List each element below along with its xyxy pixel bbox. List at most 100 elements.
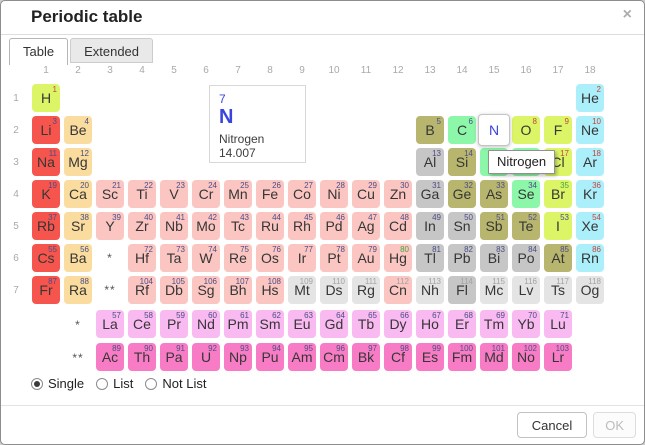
element-cell-Fe[interactable]: 26Fe [256,180,284,208]
element-cell-Ir[interactable]: 77Ir [288,244,316,272]
element-cell-Tm[interactable]: 69Tm [480,310,508,338]
element-cell-Mo[interactable]: 42Mo [192,212,220,240]
element-cell-Rf[interactable]: 104Rf [128,276,156,304]
element-cell-K[interactable]: 19K [32,180,60,208]
element-cell-Mt[interactable]: 109Mt [288,276,316,304]
element-cell-Eu[interactable]: 63Eu [288,310,316,338]
element-cell-Se[interactable]: 34Se [512,180,540,208]
element-cell-Hg[interactable]: 80Hg [384,244,412,272]
element-cell-La[interactable]: 57La [96,310,124,338]
element-cell-Zn[interactable]: 30Zn [384,180,412,208]
element-cell-Rn[interactable]: 86Rn [576,244,604,272]
element-cell-Hf[interactable]: 72Hf [128,244,156,272]
element-cell-Tc[interactable]: 43Tc [224,212,252,240]
element-cell-N[interactable]: 7N [478,114,510,146]
radio-icon[interactable] [31,378,43,390]
element-cell-Tb[interactable]: 65Tb [352,310,380,338]
element-cell-In[interactable]: 49In [416,212,444,240]
element-cell-Ga[interactable]: 31Ga [416,180,444,208]
element-cell-O[interactable]: 8O [512,116,540,144]
element-cell-Ho[interactable]: 67Ho [416,310,444,338]
element-cell-Gd[interactable]: 64Gd [320,310,348,338]
radio-icon[interactable] [96,378,108,390]
element-cell-Md[interactable]: 101Md [480,343,508,371]
element-cell-Al[interactable]: 13Al [416,148,444,176]
element-cell-Ts[interactable]: 117Ts [544,276,572,304]
element-cell-Nd[interactable]: 60Nd [192,310,220,338]
tab-table[interactable]: Table [9,38,68,65]
cancel-button[interactable]: Cancel [517,412,587,438]
element-cell-Rg[interactable]: 111Rg [352,276,380,304]
element-cell-Na[interactable]: 11Na [32,148,60,176]
element-cell-Ac[interactable]: 89Ac [96,343,124,371]
element-cell-Pm[interactable]: 61Pm [224,310,252,338]
element-cell-Ta[interactable]: 73Ta [160,244,188,272]
element-cell-Mn[interactable]: 25Mn [224,180,252,208]
ok-button[interactable]: OK [593,412,636,438]
element-cell-As[interactable]: 33As [480,180,508,208]
radio-icon[interactable] [145,378,157,390]
element-cell-Re[interactable]: 75Re [224,244,252,272]
element-cell-Fr[interactable]: 87Fr [32,276,60,304]
element-cell-Y[interactable]: 39Y [96,212,124,240]
element-cell-Pb[interactable]: 82Pb [448,244,476,272]
element-cell-H[interactable]: 1H [32,84,60,112]
element-cell-Te[interactable]: 52Te [512,212,540,240]
radio-option-single[interactable]: Single [31,376,84,391]
element-cell-Mg[interactable]: 12Mg [64,148,92,176]
element-cell-Cf[interactable]: 98Cf [384,343,412,371]
radio-option-list[interactable]: List [96,376,133,391]
element-cell-Sc[interactable]: 21Sc [96,180,124,208]
element-cell-Ds[interactable]: 110Ds [320,276,348,304]
element-cell-V[interactable]: 23V [160,180,188,208]
element-cell-Cd[interactable]: 48Cd [384,212,412,240]
element-cell-Po[interactable]: 84Po [512,244,540,272]
element-cell-Sn[interactable]: 50Sn [448,212,476,240]
element-cell-Ni[interactable]: 28Ni [320,180,348,208]
element-cell-U[interactable]: 92U [192,343,220,371]
element-cell-Sg[interactable]: 106Sg [192,276,220,304]
radio-option-not-list[interactable]: Not List [145,376,206,391]
element-cell-Np[interactable]: 93Np [224,343,252,371]
element-cell-Er[interactable]: 68Er [448,310,476,338]
element-cell-At[interactable]: 85At [544,244,572,272]
element-cell-Tl[interactable]: 81Tl [416,244,444,272]
element-cell-Cn[interactable]: 112Cn [384,276,412,304]
element-cell-Fm[interactable]: 100Fm [448,343,476,371]
element-cell-Es[interactable]: 99Es [416,343,444,371]
element-cell-Cr[interactable]: 24Cr [192,180,220,208]
element-cell-Pd[interactable]: 46Pd [320,212,348,240]
element-cell-Be[interactable]: 4Be [64,116,92,144]
element-cell-W[interactable]: 74W [192,244,220,272]
element-cell-Mc[interactable]: 115Mc [480,276,508,304]
element-cell-Cu[interactable]: 29Cu [352,180,380,208]
element-cell-Yb[interactable]: 70Yb [512,310,540,338]
element-cell-F[interactable]: 9F [544,116,572,144]
element-cell-Bh[interactable]: 107Bh [224,276,252,304]
element-cell-Rb[interactable]: 37Rb [32,212,60,240]
element-cell-Lr[interactable]: 103Lr [544,343,572,371]
element-cell-Cm[interactable]: 96Cm [320,343,348,371]
element-cell-Th[interactable]: 90Th [128,343,156,371]
element-cell-Au[interactable]: 79Au [352,244,380,272]
element-cell-Am[interactable]: 95Am [288,343,316,371]
element-cell-Ti[interactable]: 22Ti [128,180,156,208]
element-cell-Rh[interactable]: 45Rh [288,212,316,240]
element-cell-Li[interactable]: 3Li [32,116,60,144]
element-cell-Sr[interactable]: 38Sr [64,212,92,240]
element-cell-Sb[interactable]: 51Sb [480,212,508,240]
element-cell-Nb[interactable]: 41Nb [160,212,188,240]
element-cell-Co[interactable]: 27Co [288,180,316,208]
element-cell-Dy[interactable]: 66Dy [384,310,412,338]
element-cell-Ca[interactable]: 20Ca [64,180,92,208]
element-cell-Os[interactable]: 76Os [256,244,284,272]
element-cell-Hs[interactable]: 108Hs [256,276,284,304]
element-cell-Fl[interactable]: 114Fl [448,276,476,304]
element-cell-He[interactable]: 2He [576,84,604,112]
element-cell-Xe[interactable]: 54Xe [576,212,604,240]
element-cell-Zr[interactable]: 40Zr [128,212,156,240]
element-cell-No[interactable]: 102No [512,343,540,371]
element-cell-Ar[interactable]: 18Ar [576,148,604,176]
tab-extended[interactable]: Extended [70,38,153,63]
element-cell-Ce[interactable]: 58Ce [128,310,156,338]
